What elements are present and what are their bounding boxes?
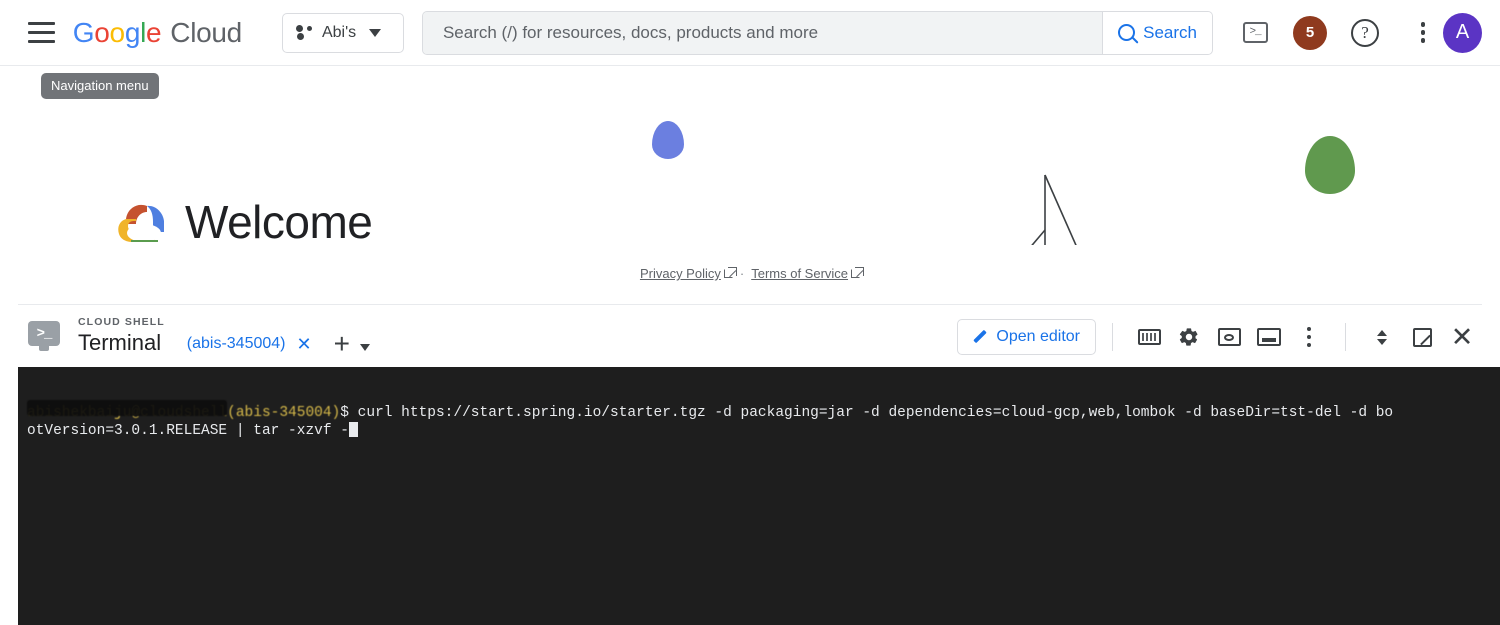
terminal-prompt-line: abishekbaiju@cloudshell(abis-345004)$ cu… [27,400,1500,422]
terminal-prompt-project: (abis-345004) [227,405,341,421]
search-icon [1118,24,1136,41]
resize-panel-button[interactable] [1362,317,1402,357]
cloud-shell-icon: >_ [1242,22,1268,43]
notifications-button[interactable]: 5 [1293,15,1328,50]
avatar-initial: A [1455,21,1470,43]
cloud-shell-header: >_ CLOUD SHELL Terminal (abis-345004) ✕ … [0,305,1500,372]
terminal-command-line-2: otVersion=3.0.1.RELEASE | tar -xzvf - [27,423,349,439]
terminal-prompt-symbol: $ [340,405,349,421]
minimize-panel-icon [1257,328,1281,346]
web-preview-icon [1217,328,1241,346]
terminal-tab-label: (abis-345004) [186,335,286,352]
header-icon-group: >_ 5 ? [1235,13,1443,53]
link-separator: · [739,266,745,281]
terminal-command-line-2-row: otVersion=3.0.1.RELEASE | tar -xzvf - [27,422,1500,440]
search-input[interactable] [422,11,1103,54]
cloud-shell-title-group: CLOUD SHELL Terminal [78,316,165,356]
logo-word-cloud: Cloud [170,16,242,48]
terminal-tab-abis-345004[interactable]: (abis-345004) ✕ [178,322,312,372]
account-avatar[interactable]: A [1443,12,1483,53]
search-button-label: Search [1143,22,1197,42]
open-editor-button[interactable]: Open editor [957,319,1096,355]
activate-cloud-shell-button[interactable]: >_ [1235,13,1275,53]
help-icon: ? [1351,18,1380,47]
close-panel-icon: ✕ [1450,321,1474,352]
line-drawing-easel-icon [1031,174,1077,245]
open-new-window-icon [1412,327,1432,347]
terminal-settings-gear-icon [1179,328,1198,346]
project-dots-icon [295,25,313,40]
open-editor-label: Open editor [996,328,1080,345]
logo-letter-g: G [72,16,95,48]
terminal-cursor [348,422,358,437]
web-preview-button[interactable] [1209,317,1249,357]
kebab-menu-icon [1420,22,1426,43]
welcome-heading-row: Welcome [117,195,373,245]
external-link-icon [723,267,737,278]
terminal-prompt-user: abishekbaiju@cloudshell [27,400,228,422]
blue-egg-shape-icon [652,121,684,159]
logo-letter-g2: g [124,16,141,48]
add-terminal-tab-button[interactable]: + [334,330,350,358]
top-header-bar: G o o g l e Cloud Abi's Search >_ 5 ? [0,0,1500,66]
logo-letter-e: e [146,16,162,48]
cloud-shell-kicker-label: CLOUD SHELL [78,316,165,328]
navigation-menu-tooltip: Navigation menu [41,73,159,99]
logo-letter-o2: o [109,16,126,48]
welcome-dashboard-area: Welcome [0,67,1500,245]
search-bar[interactable]: Search [421,10,1214,55]
logo-letter-o1: o [94,16,110,48]
terminal-settings-button[interactable] [1169,317,1209,357]
more-options-button[interactable] [1403,13,1443,53]
terms-of-service-label: Terms of Service [751,266,849,281]
external-link-icon [851,267,865,278]
privacy-policy-label: Privacy Policy [639,266,721,281]
page-title: Welcome [185,196,373,245]
toolbar-divider [1112,323,1113,351]
search-button[interactable]: Search [1102,11,1213,54]
green-egg-shape-icon [1305,136,1355,194]
toolbar-divider [1345,323,1346,351]
close-tab-icon[interactable]: ✕ [297,335,312,353]
navigation-menu-button[interactable] [18,9,65,57]
google-cloud-logo-icon [118,204,164,242]
keyboard-shortcuts-button[interactable] [1129,317,1169,357]
privacy-policy-link[interactable]: Privacy Policy [639,266,737,281]
chevron-down-icon[interactable] [359,343,370,351]
keyboard-shortcuts-icon [1137,329,1161,345]
terminal-more-options-button[interactable] [1289,317,1329,357]
help-button[interactable]: ? [1345,13,1385,53]
terms-of-service-link[interactable]: Terms of Service [751,266,865,281]
cloud-shell-panel: >_ CLOUD SHELL Terminal (abis-345004) ✕ … [0,305,1500,625]
pencil-icon [973,330,988,345]
cloud-shell-panel-icon: >_ [28,321,60,351]
notifications-count: 5 [1305,24,1315,41]
chevron-down-icon [369,28,382,37]
terminal-command-line-1: curl https://start.spring.io/starter.tgz… [348,405,1394,421]
open-new-window-button[interactable] [1402,317,1442,357]
google-cloud-logo-text[interactable]: G o o g l e Cloud [72,16,243,49]
project-selector-button[interactable]: Abi's [281,12,404,53]
minimize-panel-button[interactable] [1249,317,1289,357]
project-name-label: Abi's [321,23,357,41]
terminal-output-area[interactable]: abishekbaiju@cloudshell(abis-345004)$ cu… [18,367,1500,625]
hamburger-line [27,22,55,25]
more-options-kebab-icon [1306,326,1312,348]
resize-panel-icon [1377,329,1387,345]
hamburger-line [27,40,55,43]
close-panel-button[interactable]: ✕ [1442,317,1482,357]
footer-links: Privacy Policy · Terms of Service [0,266,1500,281]
terminal-text: abishekbaiju@cloudshell(abis-345004)$ cu… [18,367,1500,476]
hamburger-line [27,31,55,34]
cloud-shell-title: Terminal [78,330,162,355]
cloud-shell-toolbar: Open editor ✕ [957,313,1482,361]
